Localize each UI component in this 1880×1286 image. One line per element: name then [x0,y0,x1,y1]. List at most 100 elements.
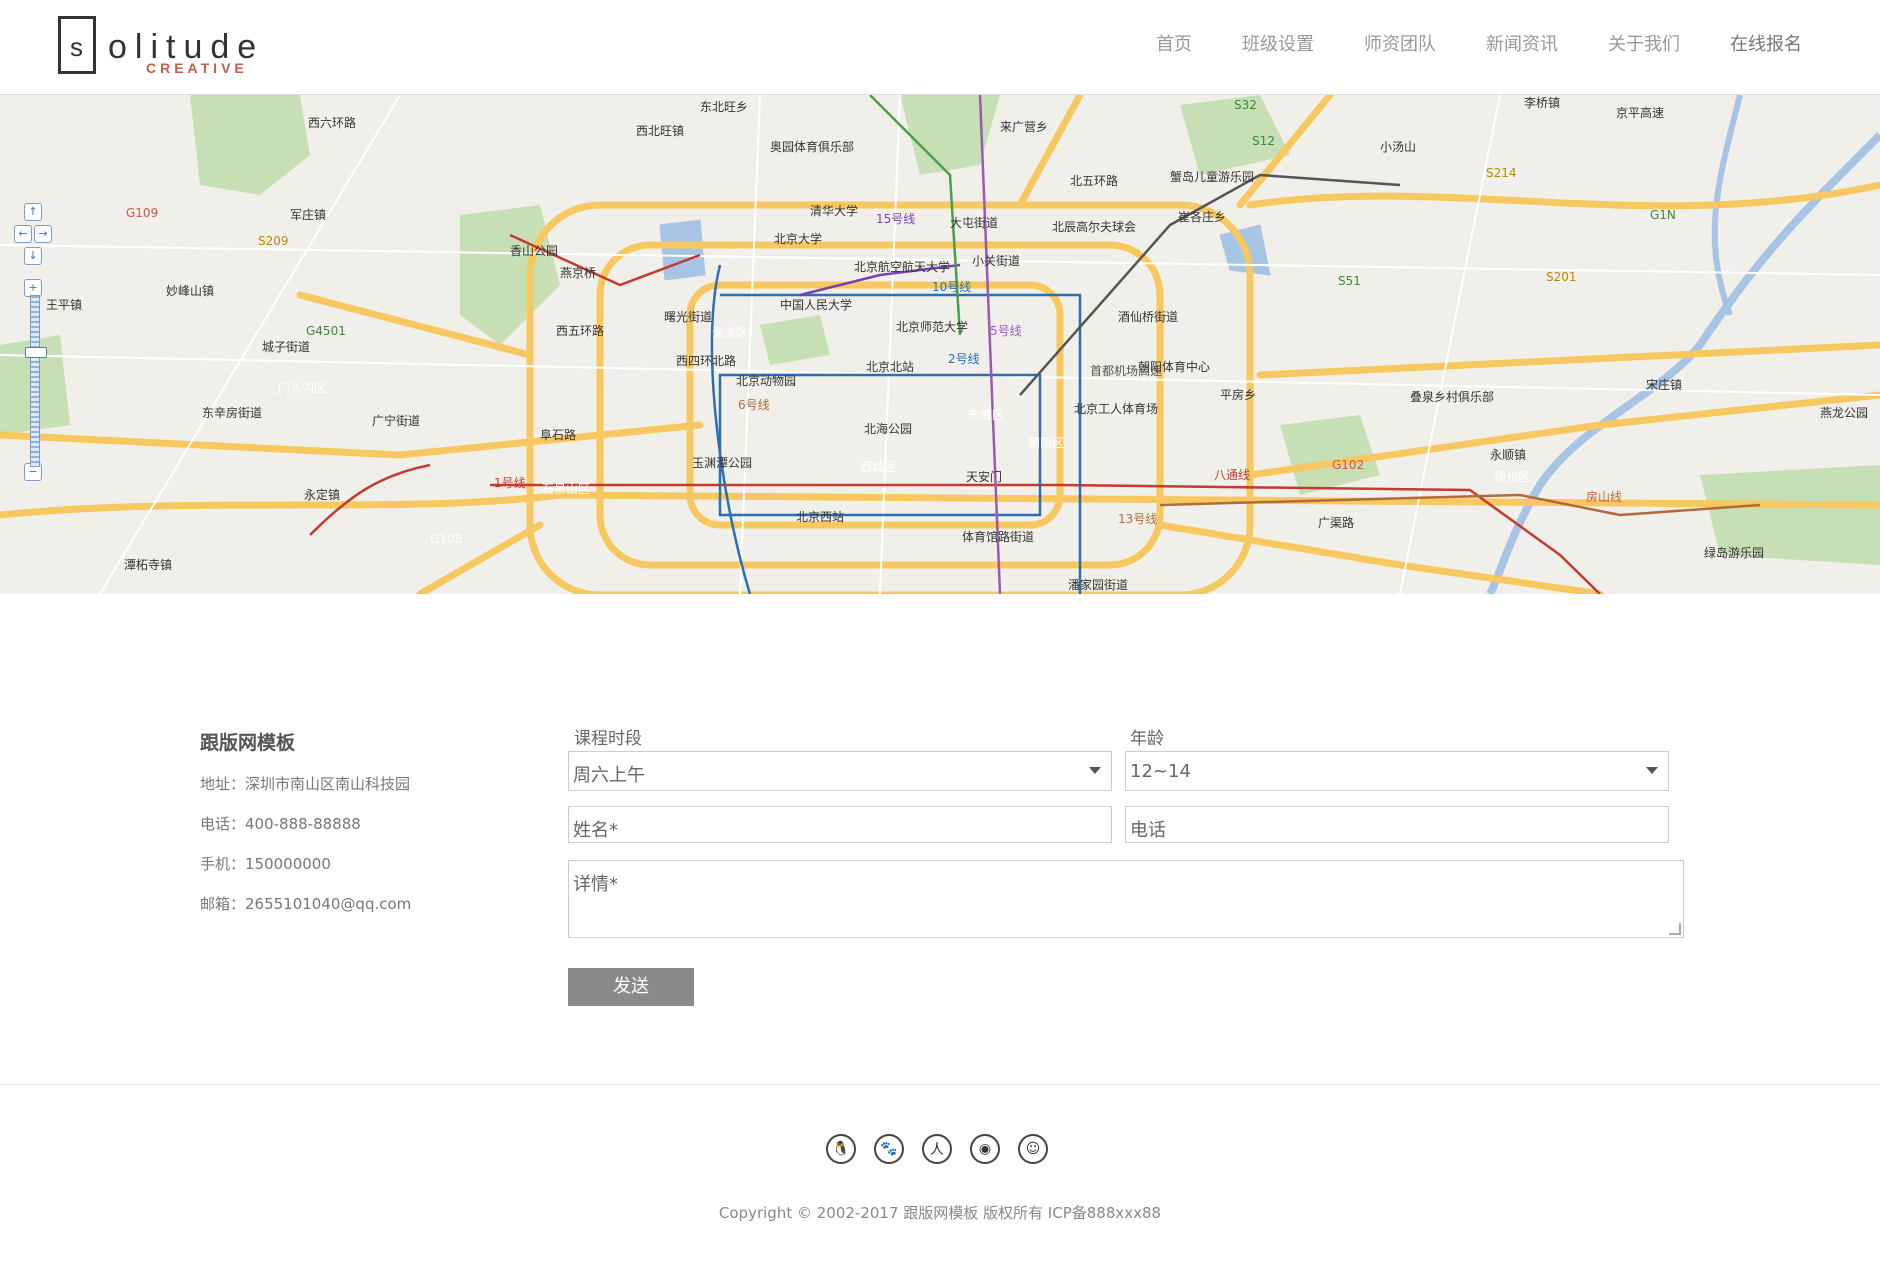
map-label: 北京西站 [796,510,844,524]
map-label: S12 [1252,134,1275,148]
map-label: 10号线 [932,280,971,294]
course-label: 课程时段 [574,729,642,749]
send-button[interactable]: 发送 [568,968,694,1006]
renren-icon[interactable]: 人 [922,1134,952,1164]
map-label: 军庄镇 [290,207,326,222]
map-label: G109 [126,206,158,220]
nav-classes[interactable]: 班级设置 [1242,30,1314,56]
map-label: 广宁街道 [372,413,420,428]
nav-news[interactable]: 新闻资讯 [1486,30,1558,56]
map-label: 北京航空航天大学 [854,259,950,274]
logo-subtitle: CREATIVE [146,60,248,76]
map-label: 燕龙公园 [1820,406,1868,420]
map-label: 北京动物园 [736,374,796,388]
map-pan-left-button[interactable]: ← [14,225,32,243]
map-labels: 东北旺乡 西北旺镇 奥园体育俱乐部 来广营乡 北五环路 西六环路 军庄镇 香山公… [46,95,1868,592]
map-label: 5号线 [990,324,1022,338]
map-label: 13号线 [1118,512,1157,526]
map-label: 北京师范大学 [896,319,968,334]
map-label: S201 [1546,270,1577,284]
course-select[interactable]: 周六上午 [568,751,1112,791]
nav-home[interactable]: 首页 [1156,30,1192,56]
map-label: 叠泉乡村俱乐部 [1410,389,1494,404]
map-label: 西四环北路 [676,353,736,368]
map-label: 玉渊潭公园 [692,456,752,470]
contact-address: 地址：深圳市南山区南山科技园 [200,775,411,793]
footer-divider [0,1084,1880,1085]
map[interactable]: 东北旺乡 西北旺镇 奥园体育俱乐部 来广营乡 北五环路 西六环路 军庄镇 香山公… [0,95,1880,594]
map-label: 中国人民大学 [780,297,852,312]
name-field[interactable]: 姓名* [568,806,1112,843]
map-label: 北京大学 [774,231,822,246]
map-label: 体育馆路街道 [962,529,1034,544]
map-label: 小关街道 [972,254,1020,268]
map-label: S214 [1486,166,1517,180]
nav-teachers[interactable]: 师资团队 [1364,30,1436,56]
map-label: G102 [1332,458,1364,472]
map-label: 北海公园 [864,421,912,436]
phone-field-placeholder: 电话 [1130,820,1166,841]
map-label: 西五环路 [556,323,604,338]
map-label: G4501 [306,324,346,338]
logo[interactable]: s olitude CREATIVE [58,16,268,80]
map-label: 阜石路 [540,427,576,442]
map-label: 曙光街道 [664,310,712,324]
map-label: 东北旺乡 [700,100,748,114]
main-nav: 首页 班级设置 师资团队 新闻资讯 关于我们 在线报名 [1106,30,1802,56]
copyright: Copyright © 2002-2017 跟版网模板 版权所有 ICP备888… [718,1204,1162,1222]
age-label: 年龄 [1130,729,1164,749]
map-label: 天安门 [966,469,1002,484]
map-label: 门头沟区 [278,380,326,395]
map-label: 妙峰山镇 [166,284,214,298]
map-label: 酒仙桥街道 [1118,310,1178,324]
map-label: 北五环路 [1070,173,1118,188]
map-pan-up-button[interactable]: ↑ [24,203,42,221]
nav-about[interactable]: 关于我们 [1608,30,1680,56]
map-label: G1N [1650,208,1676,222]
map-zoom-slider[interactable] [30,295,40,467]
map-label: 蟹岛儿童游乐园 [1170,169,1254,184]
baidu-icon[interactable]: 🐾 [874,1134,904,1164]
map-label: 2号线 [948,352,980,366]
map-label: 通州区 [1494,470,1530,484]
contact-phone: 电话：400-888-88888 [200,815,361,833]
map-label: 王平镇 [46,298,82,312]
map-pan-right-button[interactable]: → [34,225,52,243]
qq-icon[interactable]: 🐧 [826,1134,856,1164]
map-pan-down-button[interactable]: ↓ [24,247,42,265]
map-label: 来广营乡 [1000,120,1048,134]
contact-email: 邮箱：2655101040@qq.com [200,895,412,913]
map-canvas: 东北旺乡 西北旺镇 奥园体育俱乐部 来广营乡 北五环路 西六环路 军庄镇 香山公… [0,95,1880,594]
social-links: 🐧 🐾 人 ◉ ☺ [826,1134,1066,1164]
site-header: s olitude CREATIVE 首页 班级设置 师资团队 新闻资讯 关于我… [0,0,1880,95]
map-label: 广渠路 [1318,515,1354,530]
weibo-icon[interactable]: ◉ [970,1134,1000,1164]
nav-signup[interactable]: 在线报名 [1730,30,1802,56]
map-label: S32 [1234,98,1257,112]
map-label: 西六环路 [308,115,356,130]
details-textarea[interactable]: 详情* [568,860,1684,938]
map-label: 潘家园街道 [1068,577,1128,592]
details-placeholder: 详情* [573,874,618,895]
map-label: 大屯街道 [950,216,998,230]
map-label: 永顺镇 [1490,448,1526,462]
map-label: 城子街道 [262,340,310,354]
course-select-value: 周六上午 [573,765,645,786]
chevron-down-icon [1646,767,1658,774]
map-label: 朝阳区 [1028,436,1064,450]
chevron-down-icon [1089,767,1101,774]
wechat-icon[interactable]: ☺ [1018,1134,1048,1164]
map-label: 香山公园 [510,244,558,258]
logo-letter: s [70,32,83,62]
map-label: 崔各庄乡 [1178,209,1226,224]
map-zoom-slider-handle[interactable] [25,347,47,358]
map-label: 绿岛游乐园 [1704,545,1764,560]
map-label: 东辛房街道 [202,405,262,420]
map-label: 宋庄镇 [1646,377,1682,392]
resize-handle-icon[interactable] [1669,923,1681,935]
map-label: 东城区 [968,408,1004,422]
age-select[interactable]: 12~14 [1125,751,1669,791]
phone-field[interactable]: 电话 [1125,806,1669,843]
map-label: 李桥镇 [1524,95,1560,110]
map-label: 清华大学 [810,203,858,218]
